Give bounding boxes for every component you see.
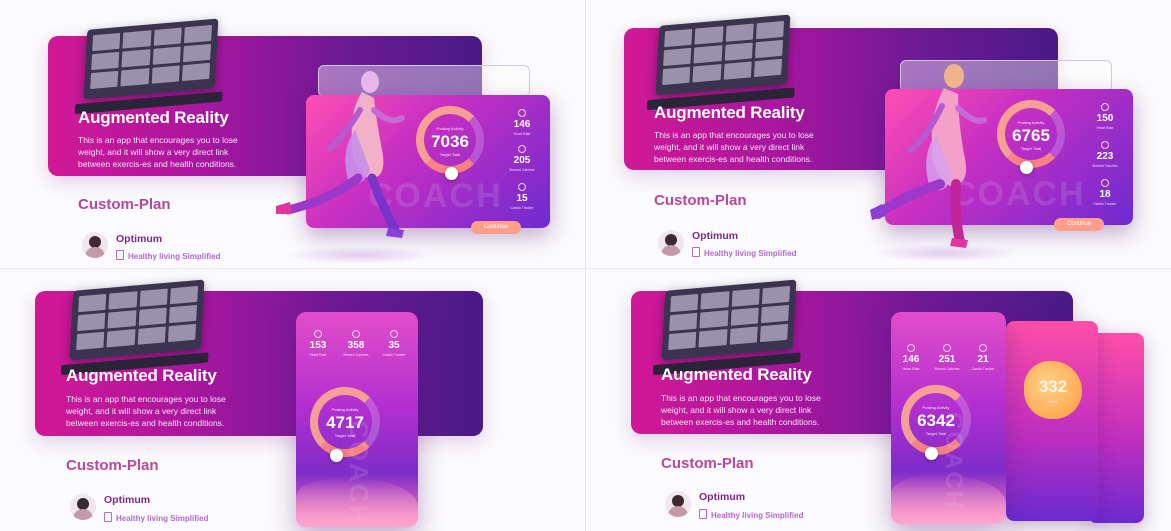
- wave-graphic: [296, 477, 418, 527]
- profile-name: Optimum: [104, 494, 151, 506]
- feature-description: This is an app that encourages you to lo…: [66, 394, 226, 428]
- runner-illustration: [276, 71, 405, 238]
- treadmill-screen-image: [60, 279, 209, 376]
- treadmill-screen-image: [646, 14, 795, 111]
- metric-value: 7036: [431, 132, 469, 151]
- plan-heading: Custom-Plan: [661, 455, 754, 472]
- frame-top-right: Augmented Reality This is an app that en…: [586, 0, 1171, 268]
- nav-home[interactable]: HOME: [999, 68, 1011, 73]
- phone-mockup: 146 Heart Rate 251 Burned Calories 21 Cardi…: [891, 312, 1006, 524]
- treadmill-screen-image: [652, 279, 801, 376]
- plan-heading: Custom-Plan: [78, 196, 171, 213]
- avatar: [70, 494, 96, 520]
- metric-label: Posting Activity: [436, 126, 464, 131]
- flame-icon: [352, 330, 360, 338]
- stat-burned-calories: 205 Burned Calories: [504, 145, 540, 172]
- document-icon: [699, 509, 707, 519]
- clock-icon: [518, 183, 526, 191]
- metric-value: 6765: [1012, 126, 1050, 145]
- document-icon: [116, 250, 124, 260]
- feature-description: This is an app that encourages you to lo…: [78, 135, 238, 169]
- feature-title: Augmented Reality: [78, 108, 229, 127]
- avatar: [665, 491, 691, 517]
- metric-label: Posting Activity: [922, 405, 950, 410]
- runner-illustration: [870, 64, 987, 248]
- plan-heading: Custom-Plan: [654, 192, 747, 209]
- nav-product[interactable]: PRODUCT: [1021, 68, 1041, 73]
- stat-heart-rate: 153 Heart Rate: [300, 330, 336, 357]
- secondary-value: 332: [1038, 377, 1068, 396]
- stat-cardio-tracker: 21 Cardio Tracker: [965, 344, 1001, 371]
- flame-icon: [943, 344, 951, 352]
- plan-heading: Custom-Plan: [66, 457, 159, 474]
- profile-name: Optimum: [692, 230, 739, 242]
- feature-title: Augmented Reality: [66, 366, 217, 385]
- profile-tagline: Healthy living Simplified: [692, 247, 796, 258]
- profile-tagline: Healthy living Simplified: [104, 512, 208, 523]
- activity-slider-knob[interactable]: [1020, 161, 1033, 174]
- runner-shadow: [871, 244, 1021, 262]
- clock-icon: [979, 344, 987, 352]
- profile-tagline: Healthy living Simplified: [699, 509, 803, 520]
- phone-mockup: 153 Heart Rate 358 Burned Calories 35 Cardi…: [296, 312, 418, 527]
- clock-icon: [1101, 179, 1109, 187]
- stat-cardio-tracker: 35 Cardio Tracker: [376, 330, 412, 357]
- activity-slider-knob[interactable]: [925, 447, 938, 460]
- flame-icon: [1101, 141, 1109, 149]
- feature-description: This is an app that encourages you to lo…: [661, 393, 821, 427]
- frame-bottom-left: Augmented Reality This is an app that en…: [0, 269, 585, 531]
- continue-button[interactable]: Continue: [1054, 218, 1104, 231]
- profile-name: Optimum: [116, 233, 163, 245]
- wave-graphic: [891, 474, 1006, 524]
- stat-burned-calories: 251 Burned Calories: [929, 344, 965, 371]
- frame-top-left: Augmented Reality This is an app that en…: [0, 0, 585, 268]
- feature-title: Augmented Reality: [661, 365, 812, 384]
- runner-shadow: [285, 246, 435, 264]
- continue-button[interactable]: Continue: [471, 221, 521, 234]
- metric-label: Posting Activity: [331, 407, 359, 412]
- stat-burned-calories: 223 Burned Calories: [1087, 141, 1123, 168]
- avatar: [82, 232, 108, 258]
- nav-home[interactable]: HOME: [417, 73, 429, 78]
- metric-sublabel: Target Total: [439, 152, 461, 157]
- avatar: [658, 230, 684, 256]
- clock-icon: [390, 330, 398, 338]
- feature-title: Augmented Reality: [654, 103, 805, 122]
- secondary-label: Kilos: [1048, 399, 1058, 404]
- document-icon: [104, 512, 112, 522]
- activity-slider-knob[interactable]: [445, 167, 458, 180]
- heart-icon: [518, 109, 526, 117]
- metric-label: Posting Activity: [1017, 120, 1045, 125]
- metric-sublabel: Target Total: [1020, 146, 1042, 151]
- profile-tagline: Healthy living Simplified: [116, 250, 220, 261]
- profile-name: Optimum: [699, 491, 746, 503]
- stat-heart-rate: 146 Heart Rate: [893, 344, 929, 371]
- frame-bottom-right: Augmented Reality This is an app that en…: [586, 269, 1171, 531]
- stat-heart-rate: 150 Heart Rate: [1087, 103, 1123, 130]
- feature-description: This is an app that encourages you to lo…: [654, 130, 814, 164]
- heart-icon: [1101, 103, 1109, 111]
- nav-product[interactable]: PRODUCT: [439, 73, 459, 78]
- stat-cardio-tracker: 15 Cardio Tracker: [504, 183, 540, 210]
- flame-icon: [518, 145, 526, 153]
- activity-slider-knob[interactable]: [330, 449, 343, 462]
- secondary-screen: 332 Kilos: [1006, 321, 1098, 521]
- stat-burned-calories: 358 Burned Calories: [338, 330, 374, 357]
- heart-icon: [907, 344, 915, 352]
- stat-heart-rate: 146 Heart Rate: [504, 109, 540, 136]
- treadmill-screen-image: [74, 18, 223, 115]
- heart-icon: [314, 330, 322, 338]
- stat-cardio-tracker: 18 Cardio Tracker: [1087, 179, 1123, 206]
- document-icon: [692, 247, 700, 257]
